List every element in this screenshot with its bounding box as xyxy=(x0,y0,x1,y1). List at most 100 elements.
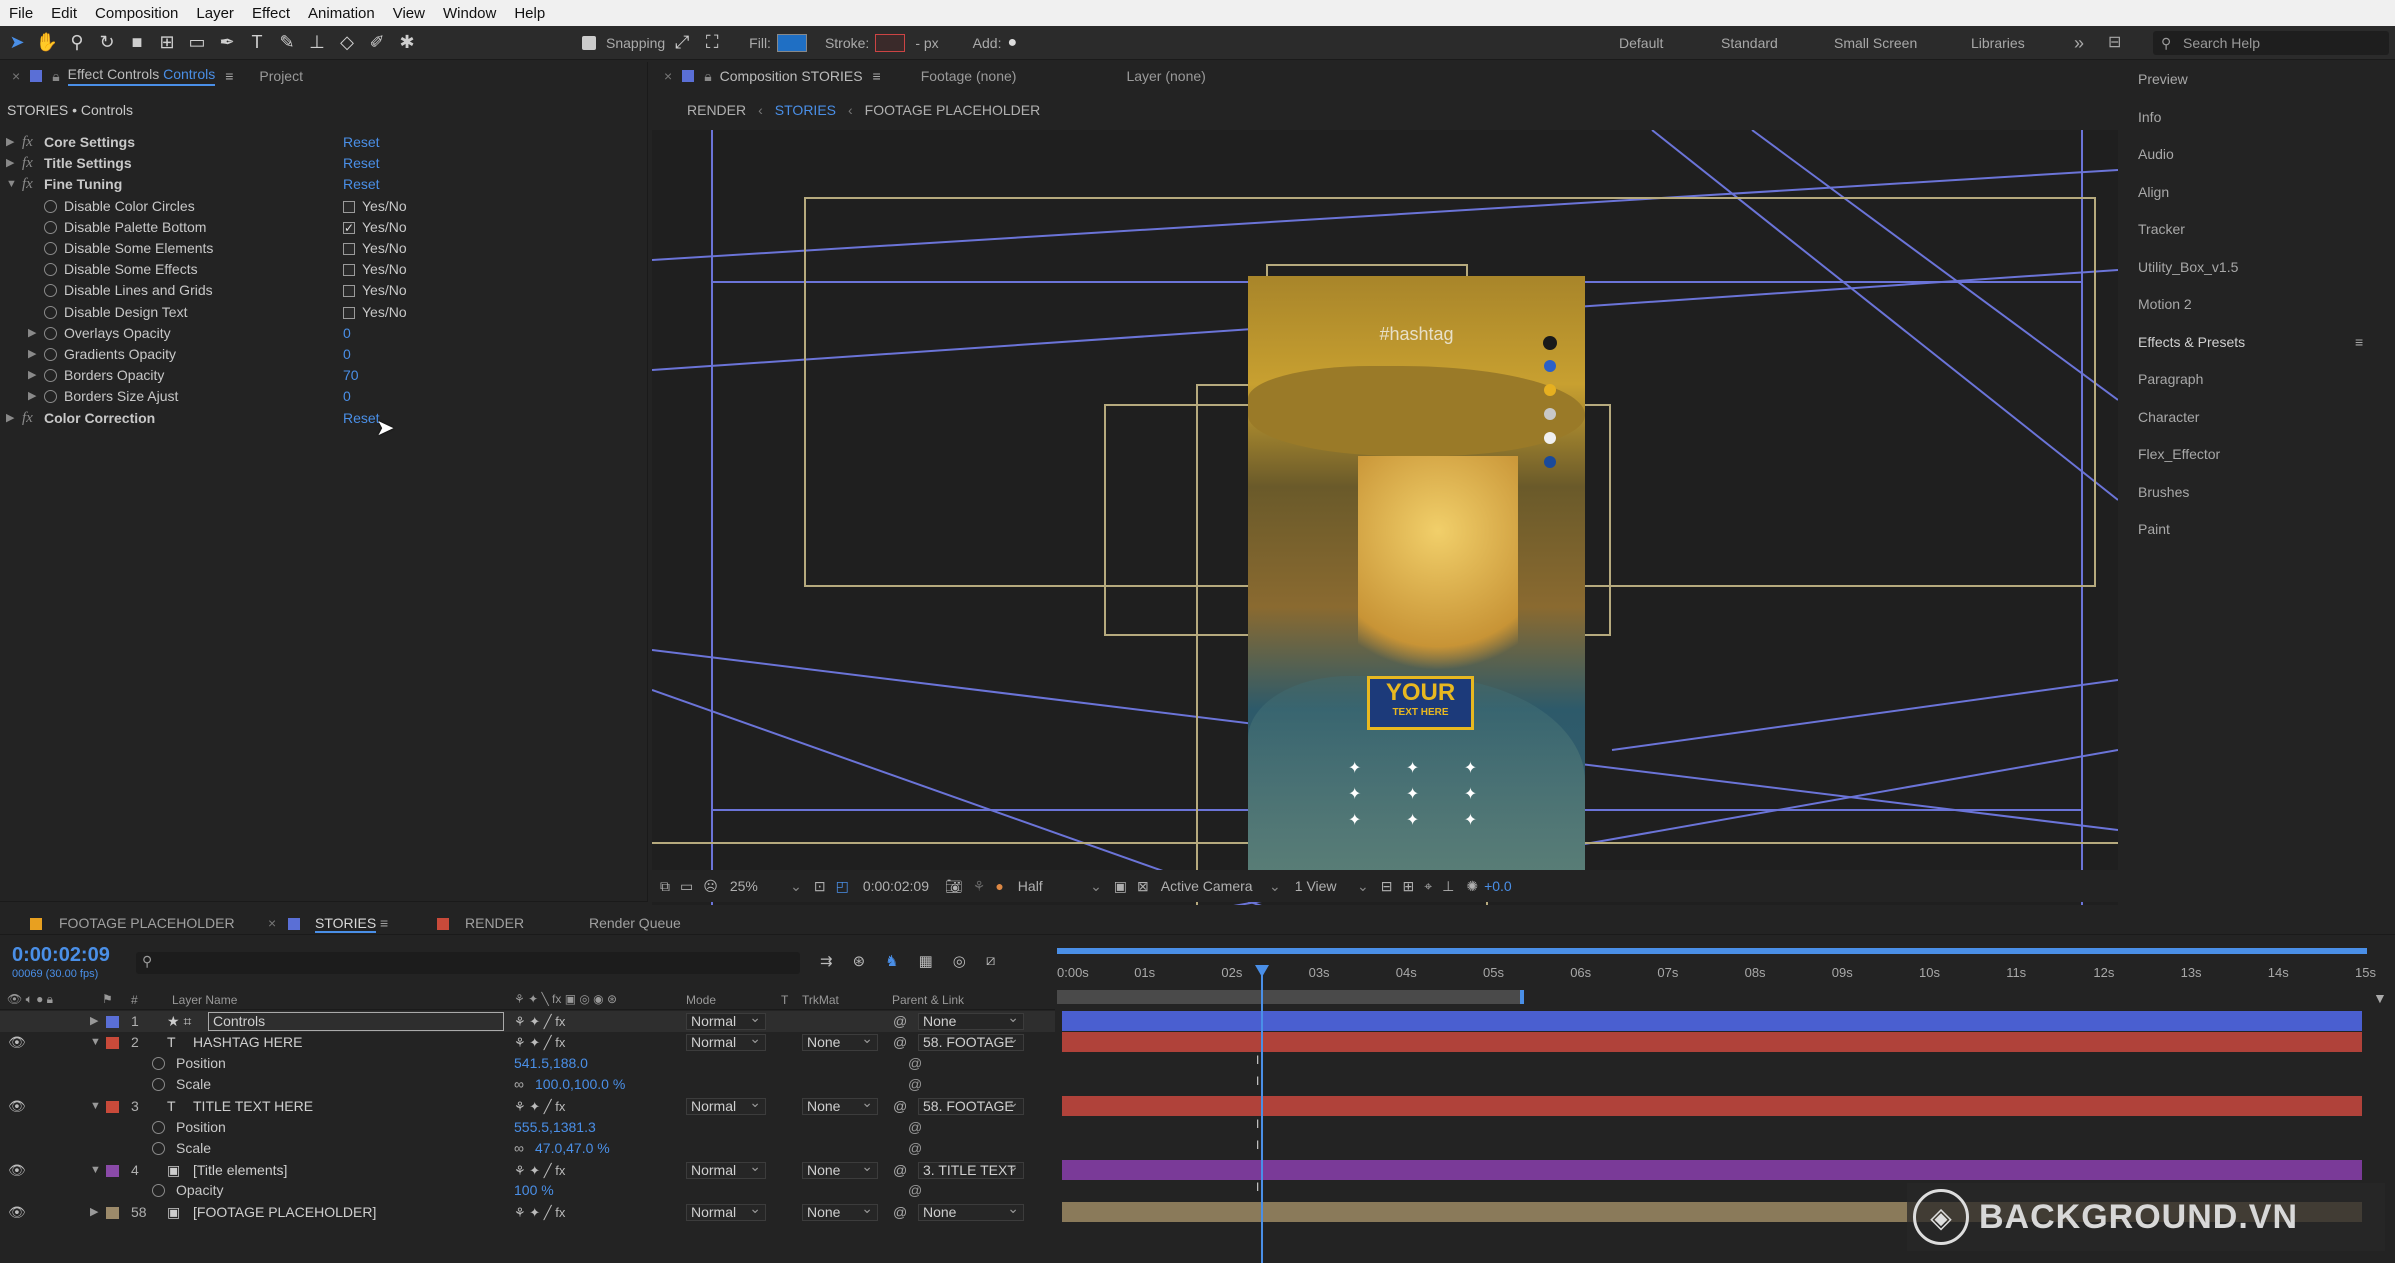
blend-mode-dropdown[interactable]: Normal xyxy=(686,1095,766,1115)
stopwatch-icon[interactable] xyxy=(152,1184,165,1197)
stopwatch-icon[interactable] xyxy=(44,369,57,383)
panel-item[interactable]: Align xyxy=(2138,184,2169,200)
channel-icon[interactable]: ● xyxy=(995,878,1003,894)
layer-bar-title-text[interactable] xyxy=(1062,1096,2362,1116)
fx-icon[interactable]: fx xyxy=(22,132,33,153)
visibility-eye-icon[interactable]: 👁︎ xyxy=(8,1202,26,1223)
roto-brush-tool-icon[interactable]: ✐ xyxy=(364,30,390,56)
menu-animation[interactable]: Animation xyxy=(299,5,384,22)
twirl-closed-icon[interactable]: ▶ xyxy=(28,344,36,365)
expression-pickwhip-icon[interactable]: @ xyxy=(908,1117,922,1138)
graph-editor-icon[interactable]: ⧄ xyxy=(986,952,996,970)
blend-mode-dropdown[interactable]: Normal xyxy=(686,1031,766,1051)
viewer-timecode[interactable]: 0:00:02:09 xyxy=(863,878,929,894)
constrain-link-icon[interactable]: ∞ xyxy=(514,1138,524,1159)
layer-label-color[interactable] xyxy=(106,1016,119,1028)
effect-row[interactable]: Disable Some Elements Yes/No xyxy=(0,238,630,259)
fx-icon[interactable]: fx xyxy=(22,408,33,429)
stopwatch-icon[interactable] xyxy=(44,220,57,234)
property-value[interactable]: 0 xyxy=(343,386,351,407)
stopwatch-icon[interactable] xyxy=(44,263,57,277)
camera-tool-icon[interactable]: ■ xyxy=(124,30,150,56)
effect-row[interactable]: ▶ Borders Opacity 70 xyxy=(0,365,630,386)
stroke-swatch[interactable] xyxy=(875,33,906,52)
type-tool-icon[interactable]: T xyxy=(244,30,270,56)
pickwhip-icon[interactable]: @ xyxy=(893,1160,907,1181)
layer-label-color[interactable] xyxy=(106,1037,119,1049)
snapshot-icon[interactable]: 📷︎ xyxy=(945,878,963,895)
tab-effect-controls[interactable]: Effect Controls Controls xyxy=(67,66,216,86)
comp-lock-icon[interactable]: 🔒︎ xyxy=(704,68,711,85)
expression-pickwhip-icon[interactable]: @ xyxy=(908,1180,922,1201)
layer-name[interactable]: [FOOTAGE PLACEHOLDER] xyxy=(193,1202,376,1223)
effect-row[interactable]: ▼ fx Fine Tuning Reset xyxy=(0,174,630,195)
layer-row[interactable]: 👁︎ ▼ 4 ▣ [Title elements] ⚘ ✦ ╱ fx Normal None @… xyxy=(0,1159,1055,1181)
selection-tool-icon[interactable]: ➤ xyxy=(4,30,30,56)
expression-pickwhip-icon[interactable]: @ xyxy=(908,1138,922,1159)
effect-row[interactable]: Disable Palette Bottom Yes/No xyxy=(0,217,630,239)
snap-features-icon[interactable]: ⛶ xyxy=(699,30,725,56)
layer-name[interactable]: [Title elements] xyxy=(193,1160,287,1181)
workspace-standard[interactable]: Standard xyxy=(1721,26,1778,60)
clone-stamp-tool-icon[interactable]: ⊥ xyxy=(304,30,330,56)
work-area-bar[interactable] xyxy=(1057,948,2367,954)
property-checkbox[interactable] xyxy=(343,306,355,319)
timeline-search-input[interactable]: ⚲ xyxy=(136,952,800,974)
render-range-bar[interactable] xyxy=(1057,990,1522,1004)
panel-item[interactable]: Brushes xyxy=(2138,484,2189,500)
fx-icon[interactable]: fx xyxy=(22,153,33,174)
keyframe-title-scale[interactable]: I xyxy=(1256,1138,1259,1152)
twirl-closed-icon[interactable]: ▶ xyxy=(90,1202,98,1223)
tab-project[interactable]: Project xyxy=(259,68,303,84)
stopwatch-icon[interactable] xyxy=(44,242,57,255)
stroke-width-label[interactable]: - px xyxy=(915,35,938,51)
stopwatch-icon[interactable] xyxy=(44,326,57,340)
rectangle-tool-icon[interactable]: ▭ xyxy=(184,30,210,56)
effect-row[interactable]: ▶ Overlays Opacity 0 xyxy=(0,323,630,344)
effect-row[interactable]: ▶ Gradients Opacity 0 xyxy=(0,344,630,365)
panel-menu-icon[interactable]: ≡ xyxy=(225,68,233,84)
layer-bar-title-elements[interactable] xyxy=(1062,1160,2362,1180)
layer-label-color[interactable] xyxy=(106,1207,119,1219)
zoom-dropdown[interactable]: 25% ⌄ xyxy=(730,878,804,894)
pickwhip-icon[interactable]: @ xyxy=(893,1096,907,1117)
comp-flowchart-icon[interactable]: ⇉ xyxy=(820,952,833,970)
reset-link[interactable]: Reset xyxy=(343,174,380,195)
effect-row[interactable]: ▶ fx Core Settings Reset xyxy=(0,132,630,153)
effects-presets-menu-icon[interactable]: ≡ xyxy=(2355,334,2363,350)
parent-dropdown[interactable]: 3. TITLE TEXT xyxy=(918,1159,1024,1179)
property-checkbox[interactable] xyxy=(343,218,355,239)
motion-blur-icon[interactable]: ◎ xyxy=(953,952,966,970)
twirl-open-icon[interactable]: ▼ xyxy=(90,1032,101,1053)
camera-dropdown[interactable]: Active Camera ⌄ xyxy=(1161,878,1283,894)
stopwatch-icon[interactable] xyxy=(44,284,57,298)
property-checkbox[interactable] xyxy=(343,285,355,298)
frame-blending-icon[interactable]: ▦ xyxy=(919,952,933,970)
layer-row[interactable]: 👁︎ ▼ 2 T HASHTAG HERE ⚘ ✦ ╱ fx Normal None @58. … xyxy=(0,1031,1055,1053)
menu-help[interactable]: Help xyxy=(505,5,554,22)
panel-item[interactable]: Paragraph xyxy=(2138,371,2203,387)
transparency-grid-icon[interactable]: ⊠ xyxy=(1137,878,1149,895)
panel-item[interactable]: Preview xyxy=(2138,71,2188,87)
layer-row[interactable]: 👁︎ ▶ 58 ▣ [FOOTAGE PLACEHOLDER] ⚘ ✦ ╱ fx Norma… xyxy=(0,1201,1055,1223)
property-value[interactable]: 100 % xyxy=(514,1180,554,1201)
stories-tab-menu-icon[interactable]: ≡ xyxy=(380,915,388,931)
blend-mode-dropdown[interactable]: Normal xyxy=(686,1010,766,1030)
visibility-eye-icon[interactable]: 👁︎ xyxy=(8,1160,26,1181)
exposure-icon[interactable]: ✺ xyxy=(1466,878,1478,895)
monitor-icon[interactable]: ▭ xyxy=(680,878,693,895)
playhead-line[interactable] xyxy=(1261,965,1263,1263)
trkmat-dropdown[interactable]: None xyxy=(802,1201,878,1221)
keyframe-hashtag-scale[interactable]: I xyxy=(1256,1074,1259,1088)
property-value[interactable]: 100.0,100.0 % xyxy=(535,1074,625,1095)
expression-pickwhip-icon[interactable]: @ xyxy=(908,1074,922,1095)
effect-row[interactable]: ▶ fx Color Correction Reset xyxy=(0,408,630,429)
parent-dropdown[interactable]: 58. FOOTAGE xyxy=(918,1031,1024,1051)
safe-zones-icon[interactable]: ⊡ xyxy=(814,878,826,895)
menu-layer[interactable]: Layer xyxy=(187,5,243,22)
pen-tool-icon[interactable]: ✒ xyxy=(214,30,240,56)
property-row[interactable]: Position 555.5,1381.3 @ xyxy=(0,1117,1055,1138)
eraser-tool-icon[interactable]: ◇ xyxy=(334,30,360,56)
panel-item[interactable]: Info xyxy=(2138,109,2161,125)
layer-name[interactable]: TITLE TEXT HERE xyxy=(193,1096,313,1117)
